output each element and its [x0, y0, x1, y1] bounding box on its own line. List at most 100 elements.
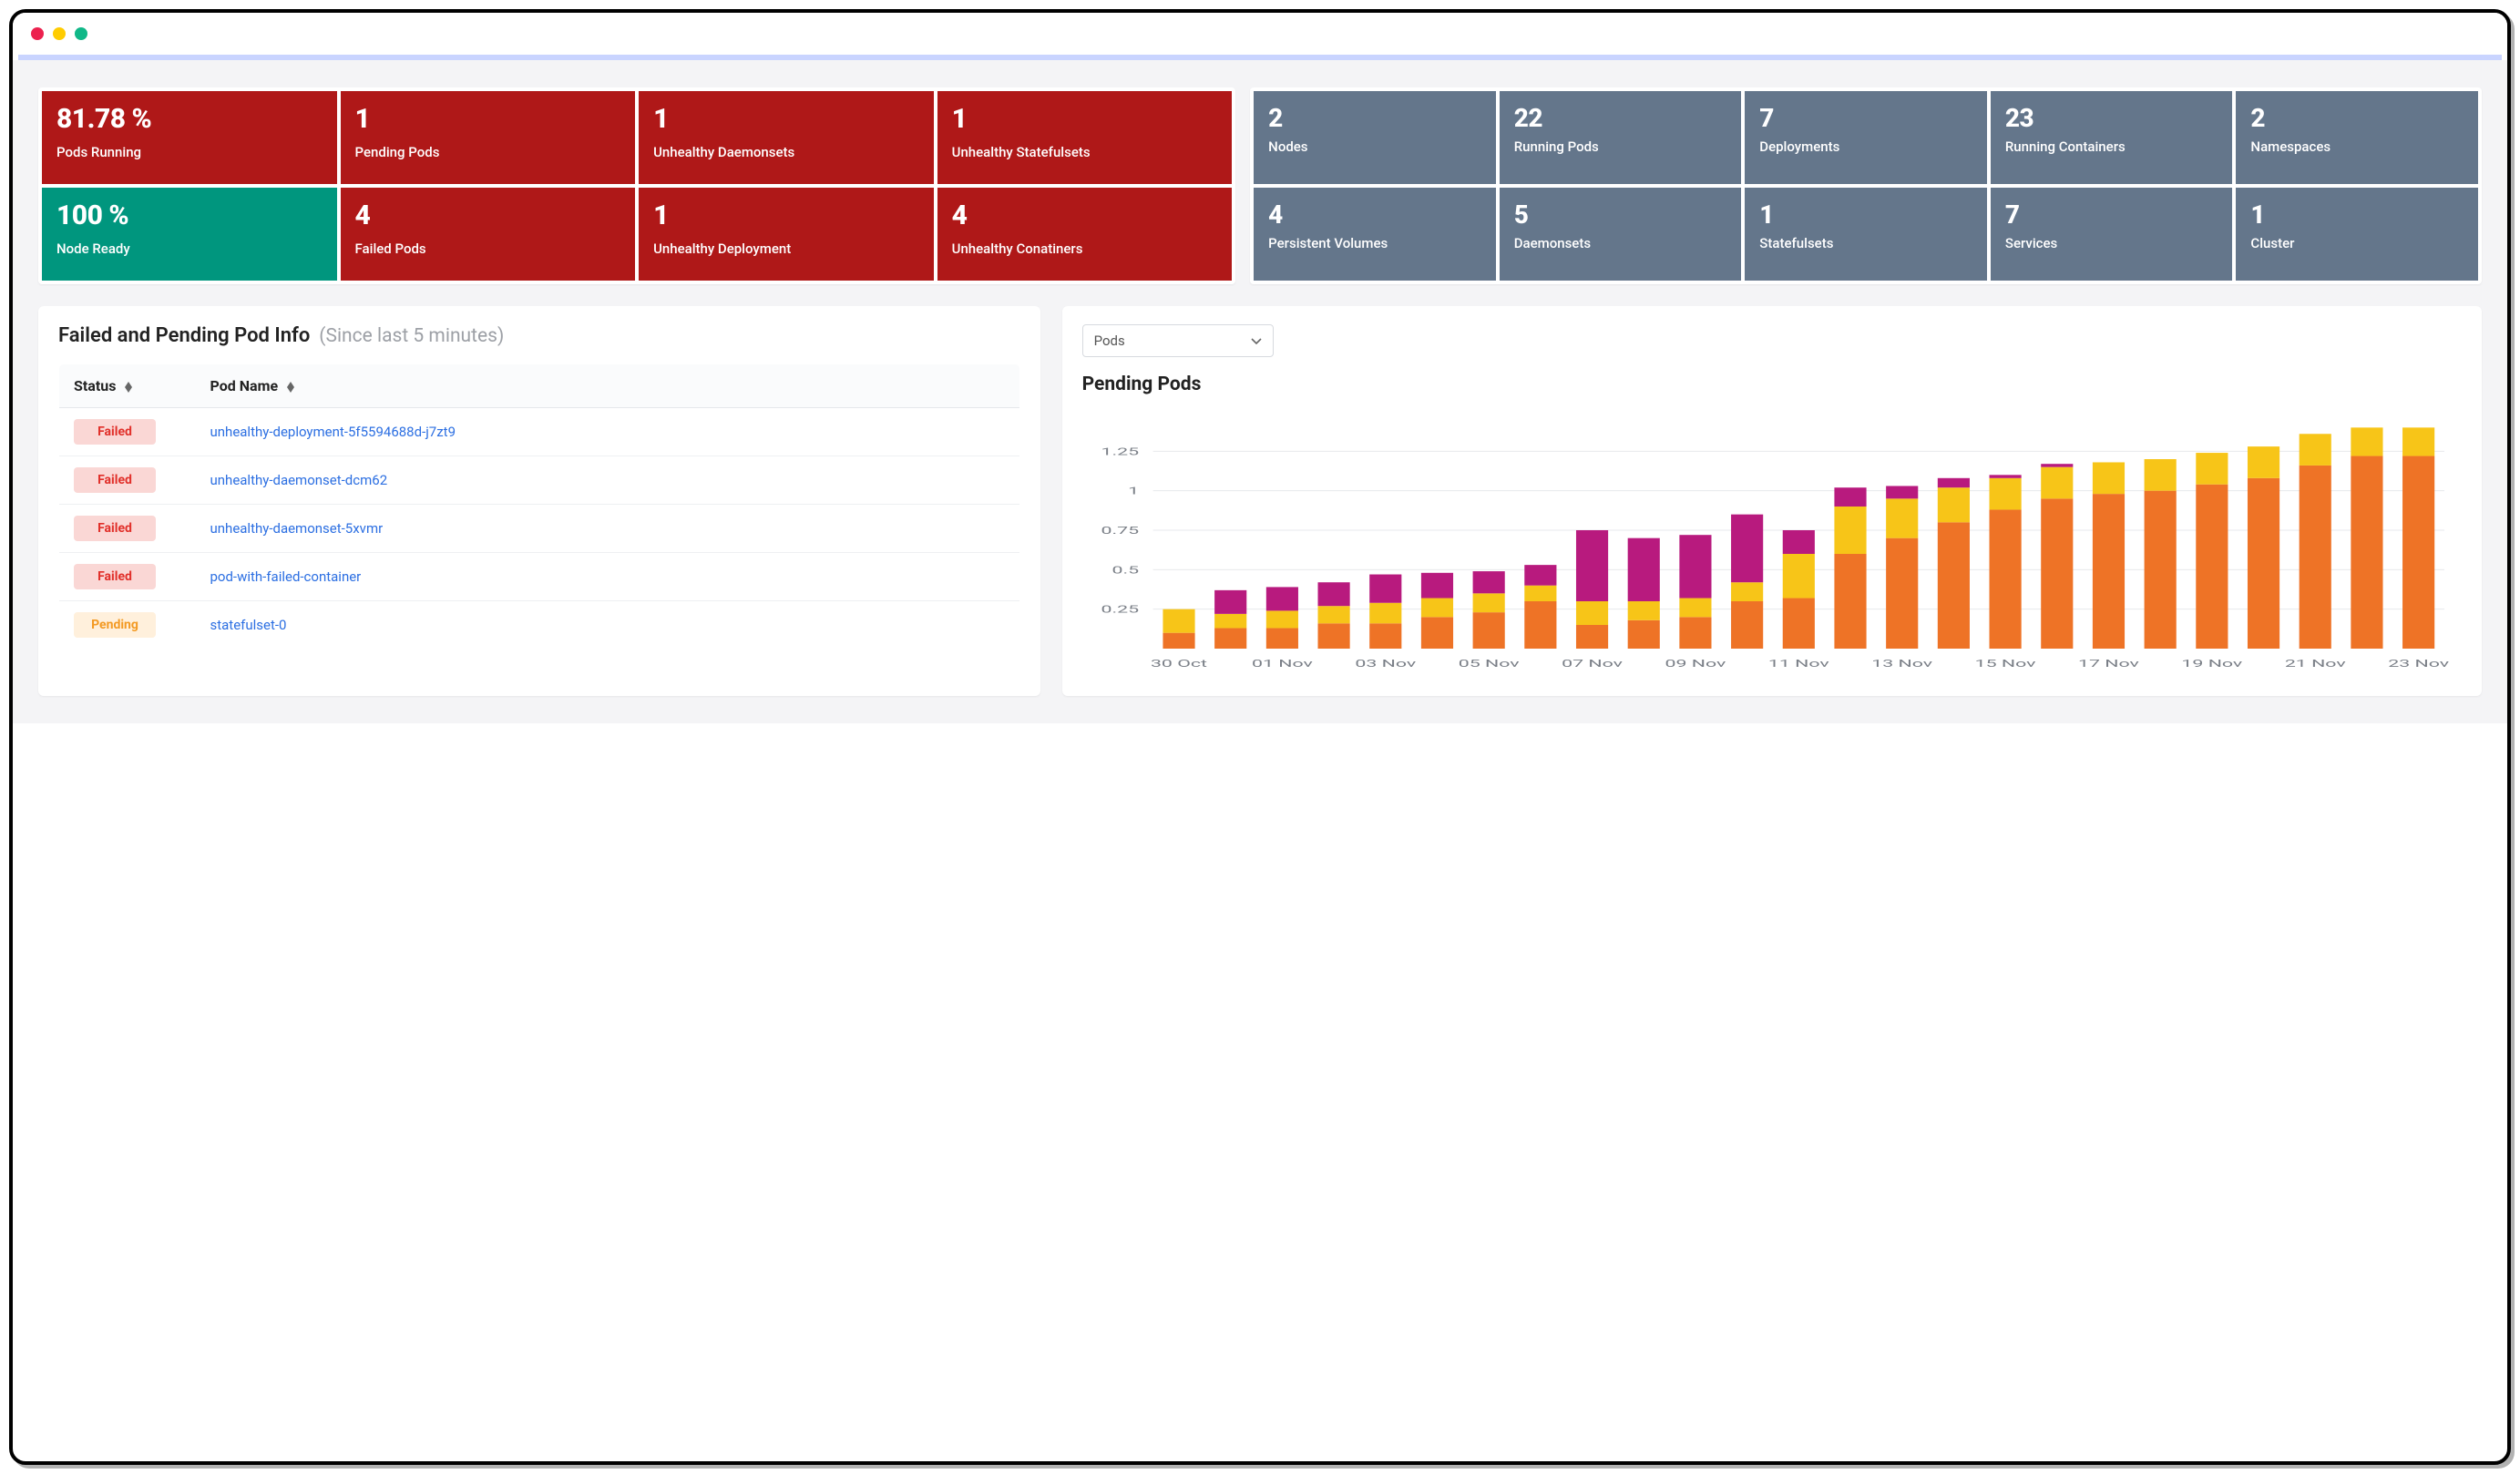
bar-segment: [1937, 478, 1969, 487]
kpi-label: Pending Pods: [355, 144, 623, 162]
pod-link[interactable]: unhealthy-daemonset-5xvmr: [210, 520, 384, 537]
kpi-tile[interactable]: 81.78 % Pods Running: [42, 91, 337, 184]
bar-segment: [1214, 614, 1246, 629]
kpi-tile[interactable]: 22Running Pods: [1500, 91, 1742, 184]
x-tick-label: 03 Nov: [1355, 658, 1416, 670]
kpi-tile[interactable]: 7Deployments: [1745, 91, 1987, 184]
app-window: 81.78 %Pods Running1Pending Pods1Unhealt…: [9, 9, 2511, 1465]
bar-segment: [1524, 586, 1556, 601]
chevron-down-icon: [1251, 333, 1262, 349]
bar-segment: [1782, 554, 1814, 599]
sort-icon[interactable]: [125, 382, 132, 393]
bar-segment: [1886, 498, 1918, 537]
kpi-tile[interactable]: 4Persistent Volumes: [1254, 188, 1496, 281]
failed-pending-card: Failed and Pending Pod Info (Since last …: [38, 306, 1040, 696]
kpi-value: 81.78 %: [56, 106, 324, 133]
kpi-tile[interactable]: 1Unhealthy Deployment: [639, 188, 934, 281]
pod-link[interactable]: unhealthy-daemonset-dcm62: [210, 472, 388, 488]
bar-segment: [1989, 475, 2021, 477]
x-tick-label: 13 Nov: [1871, 658, 1932, 670]
x-tick-label: 15 Nov: [1974, 658, 2035, 670]
kpi-tile[interactable]: 4Unhealthy Conatiners: [937, 188, 1233, 281]
bar-segment: [1421, 599, 1453, 618]
status-badge: Pending: [74, 612, 156, 638]
kpi-row: 81.78 %Pods Running1Pending Pods1Unhealt…: [38, 87, 2482, 284]
sort-icon[interactable]: [287, 382, 294, 393]
pod-link[interactable]: unhealthy-deployment-5f5594688d-j7zt9: [210, 424, 456, 440]
kpi-tile[interactable]: 2Nodes: [1254, 91, 1496, 184]
pod-table: Status Pod Name: [58, 363, 1020, 650]
table-row: Failed unhealthy-daemonset-dcm62: [59, 456, 1020, 505]
table-row: Failedpod-with-failed-container: [59, 553, 1020, 601]
chart-title: Pending Pods: [1082, 374, 2462, 395]
kpi-tile[interactable]: 1Statefulsets: [1745, 188, 1987, 281]
bar-segment: [1679, 535, 1711, 598]
kpi-tile[interactable]: 5Daemonsets: [1500, 188, 1742, 281]
x-tick-label: 11 Nov: [1768, 658, 1829, 670]
x-tick-label: 19 Nov: [2181, 658, 2242, 670]
col-pod-name[interactable]: Pod Name: [196, 364, 1020, 408]
bar-segment: [1834, 554, 1866, 649]
kpi-label: Persistent Volumes: [1268, 235, 1483, 253]
bar-segment: [1524, 565, 1556, 586]
kpi-tile[interactable]: 4Failed Pods: [341, 188, 636, 281]
kpi-value: 4: [952, 202, 1220, 230]
kpi-value: 1: [653, 106, 921, 133]
kpi-label: Deployments: [1759, 138, 1974, 157]
bar-segment: [1834, 487, 1866, 507]
kpi-tile[interactable]: 23Running Containers: [1991, 91, 2233, 184]
kpi-tile[interactable]: 1Pending Pods: [341, 91, 636, 184]
window-close-dot[interactable]: [31, 27, 44, 40]
bar-segment: [1214, 590, 1246, 614]
bar-segment: [1369, 603, 1401, 624]
kpi-tile[interactable]: 100 %Node Ready: [42, 188, 337, 281]
bar-segment: [2093, 462, 2125, 494]
bar-segment: [1679, 599, 1711, 618]
status-badge: Failed: [74, 467, 156, 493]
kpi-tile[interactable]: 7Services: [1991, 188, 2233, 281]
bar-segment: [1524, 601, 1556, 649]
bar-segment: [2144, 459, 2176, 491]
kpi-tile[interactable]: 2Namespaces: [2236, 91, 2478, 184]
kpi-tile[interactable]: 1 Unhealthy Daemonsets: [639, 91, 934, 184]
dashboard-content: 81.78 %Pods Running1Pending Pods1Unhealt…: [13, 60, 2507, 723]
bar-segment: [1317, 582, 1349, 606]
kpi-label: Unhealthy Daemonsets: [653, 144, 921, 162]
y-tick-label: 0.25: [1101, 604, 1139, 616]
window-maximize-dot[interactable]: [75, 27, 87, 40]
kpi-value: 1: [2250, 202, 2465, 228]
pod-link[interactable]: pod-with-failed-container: [210, 568, 362, 585]
y-tick-label: 1.25: [1101, 446, 1139, 458]
bar-segment: [1679, 617, 1711, 649]
bar-segment: [2196, 453, 2228, 485]
bar-segment: [1472, 612, 1504, 649]
bar-segment: [1886, 486, 1918, 498]
kpi-label: Pods Running: [56, 144, 324, 162]
kpi-label: Failed Pods: [355, 241, 623, 259]
col-status[interactable]: Status: [59, 364, 196, 408]
bar-segment: [2248, 446, 2279, 478]
kpi-label: Cluster: [2250, 235, 2465, 253]
kpi-value: 2: [1268, 106, 1483, 131]
bar-segment: [1834, 507, 1866, 554]
kpi-value: 5: [1514, 202, 1729, 228]
bar-segment: [1369, 623, 1401, 649]
bar-segment: [1214, 628, 1246, 649]
bar-segment: [1937, 522, 1969, 649]
chart-card: Pods Pending Pods 0.250.50.7511.2530 Oct…: [1062, 306, 2482, 696]
table-row: Failedunhealthy-daemonset-5xvmr: [59, 505, 1020, 553]
bar-segment: [2402, 427, 2434, 456]
window-minimize-dot[interactable]: [53, 27, 66, 40]
bar-segment: [1731, 582, 1763, 601]
bar-segment: [1731, 515, 1763, 583]
kpi-tile[interactable]: 1Unhealthy Statefulsets: [937, 91, 1233, 184]
bar-segment: [1627, 601, 1659, 620]
kpi-tile[interactable]: 1 Cluster: [2236, 188, 2478, 281]
bar-segment: [1317, 623, 1349, 649]
bar-segment: [1782, 530, 1814, 554]
chart-type-select[interactable]: Pods: [1082, 324, 1274, 357]
bar-segment: [1369, 575, 1401, 603]
pod-link[interactable]: statefulset-0: [210, 617, 287, 633]
bar-segment: [1472, 593, 1504, 612]
kpi-value: 1: [1759, 202, 1974, 228]
